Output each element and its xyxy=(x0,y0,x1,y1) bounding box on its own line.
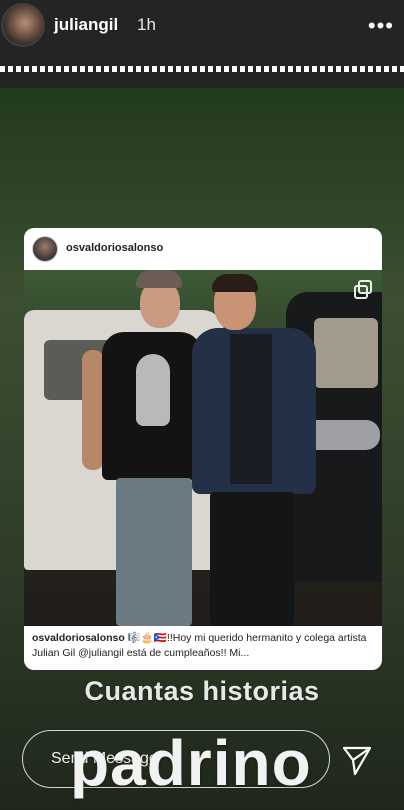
post-author-avatar xyxy=(32,236,58,262)
car-window xyxy=(314,318,378,388)
shirt-print xyxy=(136,354,170,426)
person-left-jeans xyxy=(116,478,192,626)
caption-username: osvaldoriosalonso xyxy=(32,632,125,644)
post-caption: osvaldoriosalonso 🎼🎂🇵🇷!!Hoy mi querido h… xyxy=(32,631,374,661)
username[interactable]: juliangil xyxy=(54,15,118,35)
person-right-pants xyxy=(210,492,294,626)
person-right-hair xyxy=(212,274,258,292)
send-icon[interactable] xyxy=(340,742,374,776)
more-options-icon[interactable]: ••• xyxy=(368,15,394,37)
post-author-username: osvaldoriosalonso xyxy=(66,242,164,254)
post-time: 1h xyxy=(137,15,156,34)
person-left-arm xyxy=(82,350,104,470)
user-avatar[interactable] xyxy=(1,3,45,47)
story-header: juliangil 1h ••• xyxy=(0,0,404,88)
person-left-cap xyxy=(136,270,182,288)
send-message-input[interactable]: Send Message xyxy=(22,730,330,788)
shared-post-card[interactable]: osvaldoriosalonso osvaldoriosalonso 🎼🎂🇵🇷… xyxy=(24,228,382,670)
story-text-line1: Cuantas historias xyxy=(84,676,320,706)
post-photo xyxy=(24,270,382,626)
person-right-shirt xyxy=(230,334,272,484)
carousel-icon xyxy=(354,280,372,299)
story-progress-bar xyxy=(0,66,404,72)
